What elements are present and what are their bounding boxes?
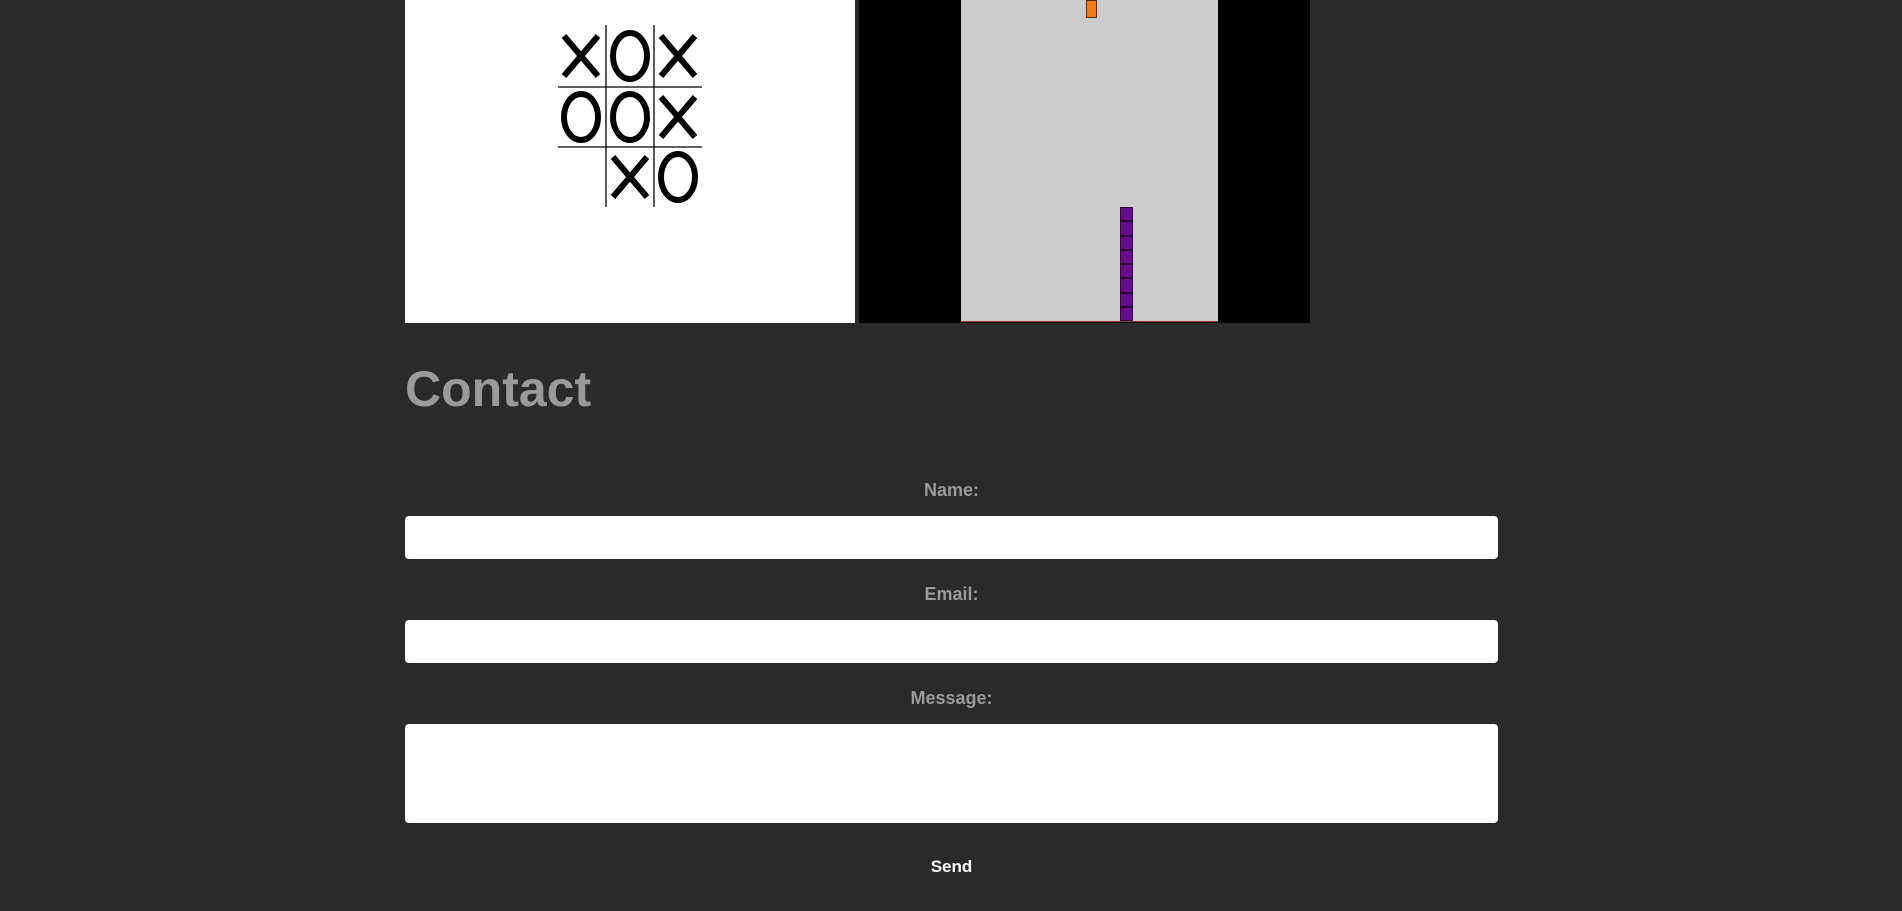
block-stack bbox=[1120, 207, 1133, 321]
tetris-well bbox=[961, 0, 1218, 322]
name-label: Name: bbox=[923, 480, 980, 500]
send-button[interactable]: Send bbox=[925, 855, 979, 879]
name-field[interactable] bbox=[405, 516, 1498, 559]
x-mark bbox=[561, 34, 601, 78]
o-mark bbox=[610, 91, 650, 143]
falling-piece bbox=[1086, 0, 1097, 18]
x-mark bbox=[658, 95, 698, 139]
tetris-preview[interactable] bbox=[859, 0, 1310, 323]
tictactoe-preview[interactable] bbox=[405, 0, 855, 323]
stack-block bbox=[1120, 235, 1133, 250]
email-field[interactable] bbox=[405, 620, 1498, 663]
page: Contact Name: Email: Message: Send bbox=[0, 0, 1902, 911]
project-previews bbox=[405, 0, 1310, 323]
stack-block bbox=[1120, 207, 1133, 222]
message-field[interactable] bbox=[405, 724, 1498, 823]
email-label: Email: bbox=[924, 584, 979, 604]
board-marks bbox=[561, 30, 698, 203]
x-mark bbox=[658, 34, 698, 78]
stack-block bbox=[1120, 278, 1133, 293]
x-mark bbox=[610, 155, 650, 199]
message-label: Message: bbox=[910, 688, 993, 708]
contact-heading: Contact bbox=[405, 361, 592, 417]
stack-block bbox=[1120, 249, 1133, 264]
stack-block bbox=[1120, 306, 1133, 321]
stack-block bbox=[1120, 264, 1133, 279]
o-mark bbox=[561, 91, 601, 143]
o-mark bbox=[610, 30, 650, 82]
stack-block bbox=[1120, 221, 1133, 236]
o-mark bbox=[658, 151, 698, 203]
tictactoe-board bbox=[558, 25, 702, 207]
contact-form: Name: Email: Message: Send bbox=[405, 470, 1498, 879]
stack-block bbox=[1120, 292, 1133, 307]
